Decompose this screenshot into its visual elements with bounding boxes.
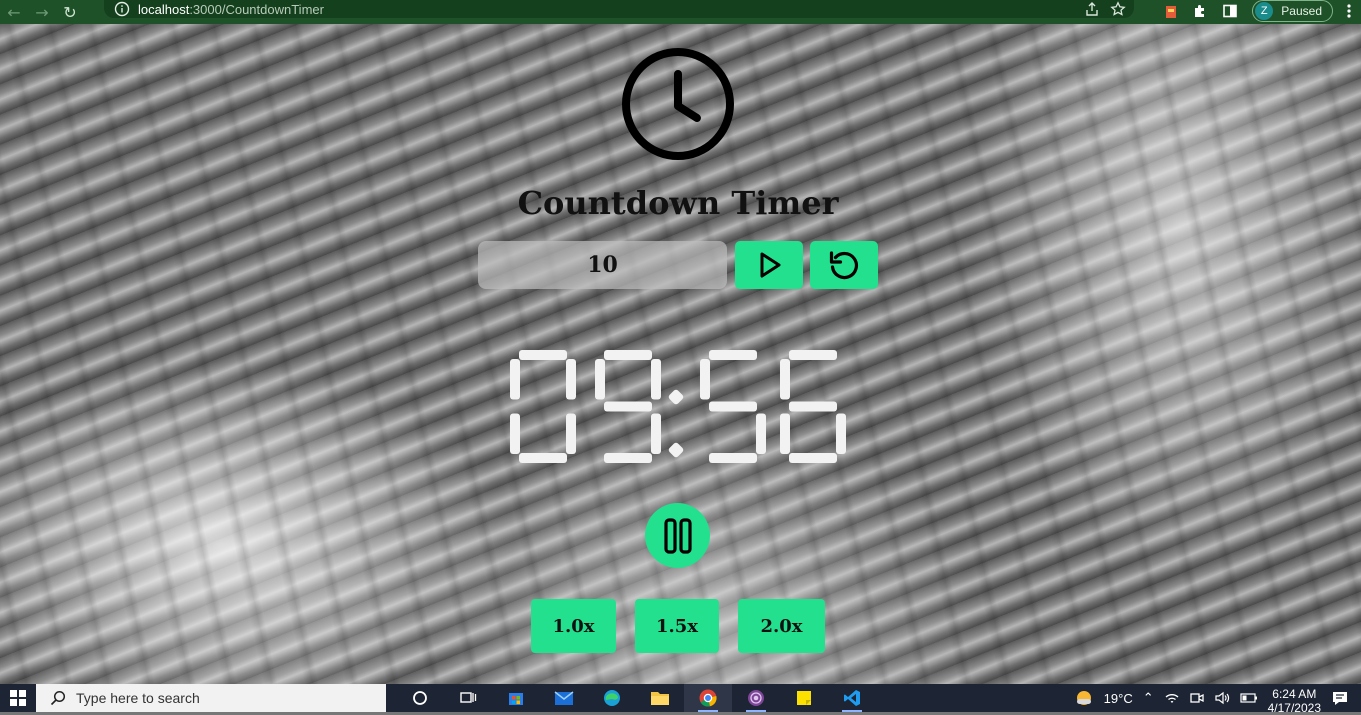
- start-button[interactable]: [735, 241, 803, 289]
- colon-separator: [668, 389, 684, 458]
- speed-2x-button[interactable]: 2.0x: [738, 599, 825, 653]
- forward-icon[interactable]: →: [28, 0, 56, 24]
- speed-1-5x-button[interactable]: 1.5x: [635, 599, 719, 653]
- windows-logo-icon: [10, 690, 26, 706]
- digit-segment: [566, 413, 576, 454]
- site-info-icon[interactable]: [114, 1, 130, 17]
- digit-segment: [519, 350, 567, 360]
- bookmark-star-icon[interactable]: [1110, 1, 1126, 17]
- page-title: Countdown Timer: [517, 184, 839, 222]
- digit-segment: [651, 413, 661, 454]
- timer-display: [510, 350, 846, 463]
- pause-icon: [663, 517, 692, 554]
- search-placeholder: Type here to search: [76, 690, 200, 706]
- meet-now-icon[interactable]: [1189, 691, 1204, 705]
- start-button[interactable]: [0, 684, 36, 712]
- taskbar-search-box[interactable]: Type here to search: [36, 684, 386, 712]
- reload-icon[interactable]: ↻: [56, 0, 84, 24]
- reset-button[interactable]: [810, 241, 878, 289]
- profile-button[interactable]: Z Paused: [1252, 0, 1333, 22]
- digit-segment: [789, 453, 837, 463]
- file-explorer-icon[interactable]: [636, 684, 684, 712]
- speed-1x-button[interactable]: 1.0x: [531, 599, 616, 653]
- clock-date: 4/17/2023: [1267, 701, 1321, 715]
- battery-icon[interactable]: [1240, 692, 1258, 704]
- extension-icon[interactable]: [1164, 2, 1178, 20]
- volume-icon[interactable]: [1214, 691, 1230, 705]
- pause-button[interactable]: [645, 503, 710, 568]
- sticky-notes-icon[interactable]: [780, 684, 828, 712]
- digit-segment: [700, 359, 710, 400]
- digit-segment: [604, 350, 652, 360]
- task-view-icon[interactable]: [444, 684, 492, 712]
- more-menu-icon[interactable]: [1347, 3, 1351, 19]
- digit-segment: [780, 413, 790, 454]
- minutes-tens-digit: [510, 350, 576, 463]
- digit-segment: [510, 359, 520, 400]
- address-bar[interactable]: localhost:3000/CountdownTimer: [104, 0, 1134, 18]
- tor-browser-icon[interactable]: [732, 684, 780, 712]
- avatar: Z: [1255, 2, 1274, 20]
- share-icon[interactable]: [1084, 1, 1100, 17]
- reset-icon: [829, 251, 858, 280]
- digit-segment: [709, 453, 757, 463]
- digit-segment: [651, 359, 661, 400]
- tray-chevron-icon[interactable]: ⌃: [1143, 690, 1154, 706]
- digit-segment: [604, 453, 652, 463]
- digit-segment: [836, 413, 846, 454]
- side-panel-icon[interactable]: [1222, 3, 1238, 19]
- wifi-icon[interactable]: [1164, 691, 1180, 705]
- back-icon[interactable]: ←: [0, 0, 28, 24]
- minutes-ones-digit: [595, 350, 661, 463]
- extensions-puzzle-icon[interactable]: [1192, 3, 1208, 19]
- digit-segment: [756, 413, 766, 454]
- digit-segment: [709, 350, 757, 360]
- digit-segment: [604, 401, 652, 412]
- minutes-input[interactable]: [478, 241, 727, 289]
- profile-status: Paused: [1281, 4, 1322, 18]
- digit-segment: [595, 359, 605, 400]
- digit-segment: [709, 401, 757, 412]
- vscode-icon[interactable]: [828, 684, 876, 712]
- clock-time: 6:24 AM: [1272, 687, 1317, 701]
- notifications-icon[interactable]: [1331, 690, 1349, 706]
- digit-segment: [566, 359, 576, 400]
- url-host: localhost: [138, 1, 190, 17]
- page-background: Countdown Timer 10 1.0x 1.5x 2.0x: [0, 24, 1361, 684]
- seconds-ones-digit: [780, 350, 846, 463]
- edge-icon[interactable]: [588, 684, 636, 712]
- weather-icon[interactable]: [1074, 688, 1094, 708]
- chrome-icon[interactable]: [684, 684, 732, 712]
- windows-taskbar: Type here to search 19°C ⌃ 6:24 AM 4/17/…: [0, 684, 1361, 715]
- mail-icon[interactable]: [540, 684, 588, 712]
- seconds-tens-digit: [700, 350, 766, 463]
- digit-segment: [789, 350, 837, 360]
- microsoft-store-icon[interactable]: [492, 684, 540, 712]
- taskbar-clock[interactable]: 6:24 AM 4/17/2023: [1268, 687, 1321, 715]
- temperature: 19°C: [1103, 690, 1133, 706]
- digit-segment: [510, 413, 520, 454]
- url-path: :3000/CountdownTimer: [189, 1, 324, 17]
- search-icon: [50, 690, 66, 706]
- browser-toolbar: ← → ↻ localhost:3000/CountdownTimer Z P…: [0, 0, 1361, 24]
- clock-icon: [622, 48, 734, 160]
- digit-segment: [789, 401, 837, 412]
- digit-segment: [780, 359, 790, 400]
- digit-segment: [519, 453, 567, 463]
- play-icon: [760, 252, 781, 278]
- cortana-icon[interactable]: [396, 684, 444, 712]
